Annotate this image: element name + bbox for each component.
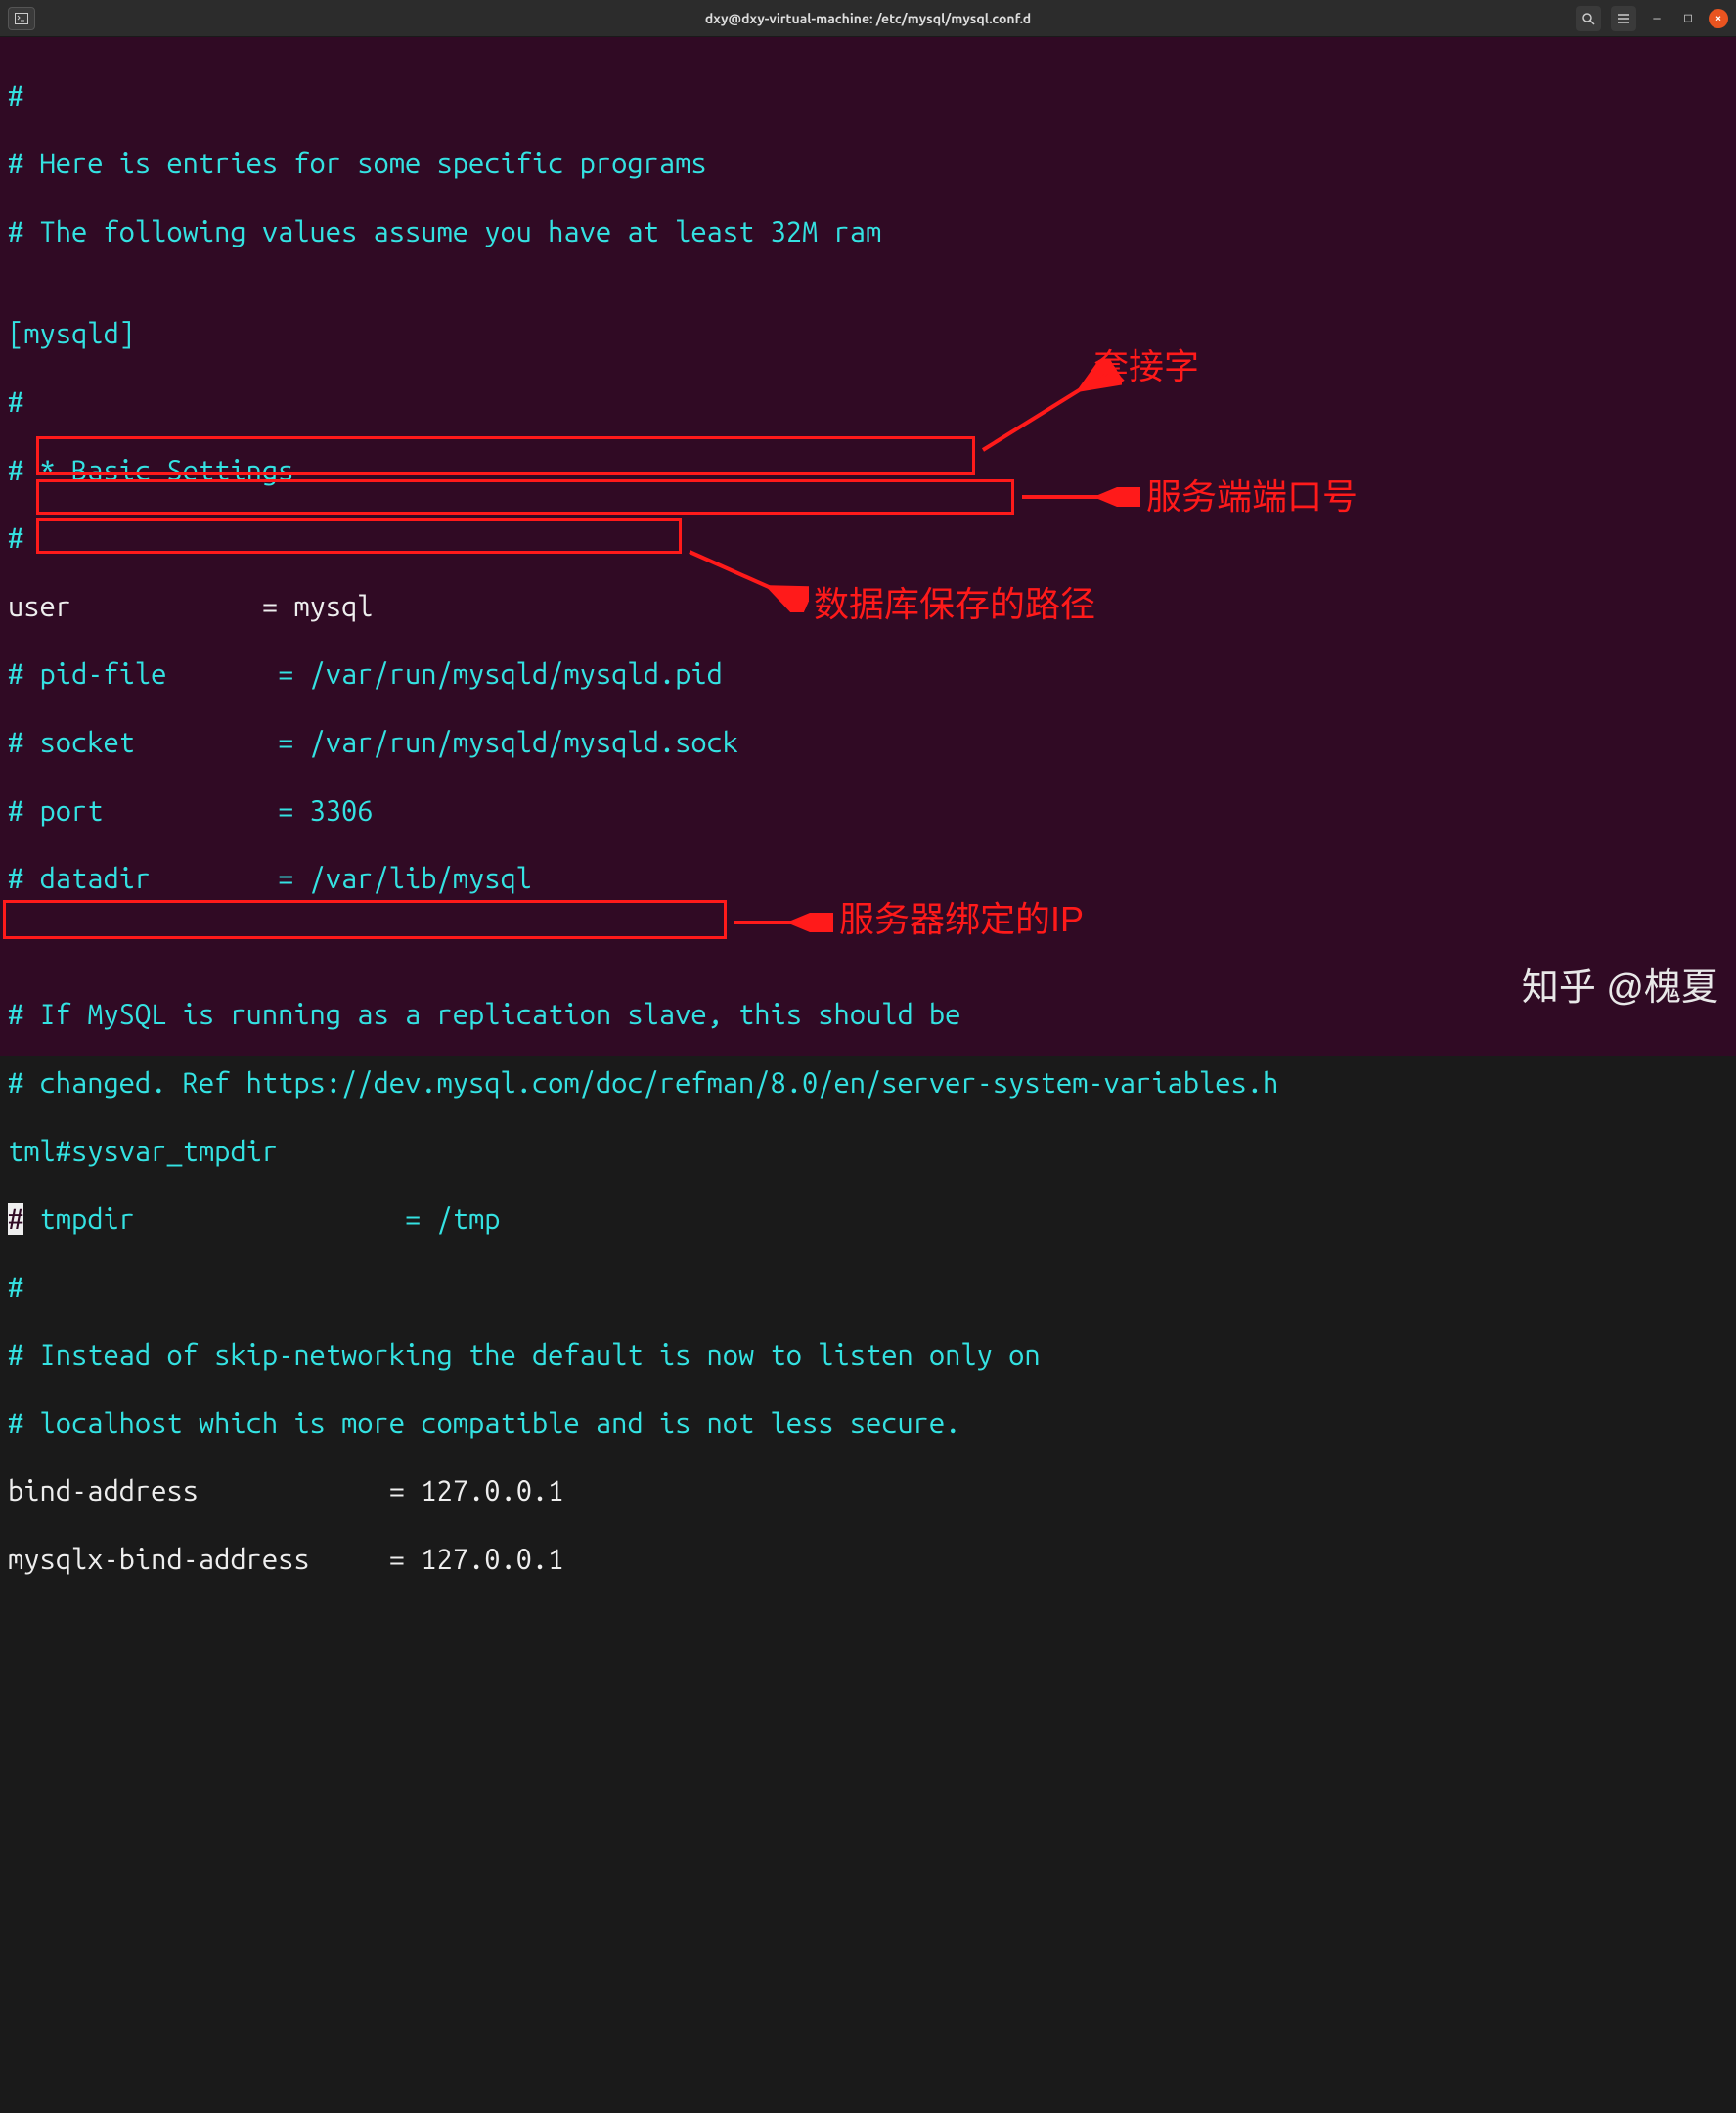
maximize-button[interactable]: □ <box>1677 8 1699 29</box>
config-line: # Here is entries for some specific prog… <box>8 147 1728 181</box>
config-section: [mysqld] <box>8 317 1728 351</box>
config-line: tml#sysvar_tmpdir <box>8 1135 1728 1169</box>
config-datadir: # datadir = /var/lib/mysql <box>8 862 1728 896</box>
annotation-bind: 服务器绑定的IP <box>839 898 1084 940</box>
annotation-socket: 套接字 <box>1093 345 1199 387</box>
config-line: # <box>8 385 1728 420</box>
terminal-content[interactable]: # # Here is entries for some specific pr… <box>0 37 1736 1056</box>
config-socket: # socket = /var/run/mysqld/mysqld.sock <box>8 726 1728 760</box>
menu-button[interactable] <box>1611 6 1636 31</box>
config-line: # Instead of skip-networking the default… <box>8 1338 1728 1372</box>
highlight-box-bind <box>3 900 727 939</box>
config-bind-address: bind-address = 127.0.0.1 <box>8 1474 1728 1508</box>
watermark: 知乎 @槐夏 <box>1522 967 1718 1012</box>
titlebar: dxy@dxy-virtual-machine: /etc/mysql/mysq… <box>0 0 1736 37</box>
search-button[interactable] <box>1576 6 1601 31</box>
config-pidfile: # pid-file = /var/run/mysqld/mysqld.pid <box>8 657 1728 692</box>
arrow-bind <box>727 913 834 932</box>
window-title: dxy@dxy-virtual-machine: /etc/mysql/mysq… <box>705 11 1031 26</box>
config-line: # <box>8 79 1728 113</box>
config-line: # If MySQL is running as a replication s… <box>8 998 1728 1032</box>
close-button[interactable]: × <box>1709 9 1728 28</box>
config-line: # localhost which is more compatible and… <box>8 1407 1728 1441</box>
config-port: # port = 3306 <box>8 794 1728 829</box>
config-line: # changed. Ref https://dev.mysql.com/doc… <box>8 1066 1728 1101</box>
config-line: # The following values assume you have a… <box>8 215 1728 249</box>
config-line: # <box>8 521 1728 556</box>
config-mysqlx-bind: mysqlx-bind-address = 127.0.0.1 <box>8 1543 1728 1577</box>
config-tmpdir: # tmpdir = /tmp <box>8 1202 1728 1236</box>
minimize-button[interactable]: — <box>1646 8 1668 29</box>
config-user: user = mysql <box>8 590 1728 624</box>
config-line: # <box>8 1271 1728 1305</box>
arrow-port <box>1014 487 1141 507</box>
terminal-icon[interactable] <box>8 7 35 30</box>
config-line: # * Basic Settings <box>8 454 1728 488</box>
